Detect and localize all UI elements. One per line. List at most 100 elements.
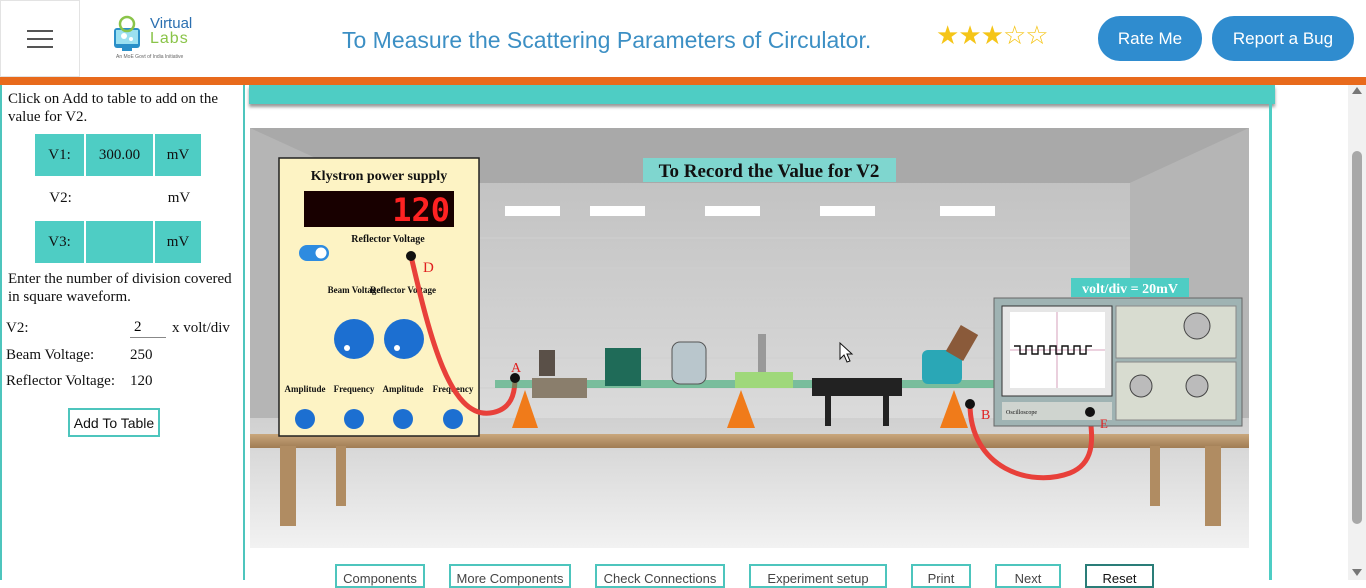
simulation-area: To Record the Value for V2 Klystron powe…	[245, 85, 1348, 588]
virtual-labs-logo[interactable]: Virtual Labs An MoE Govt of India Initia…	[108, 12, 208, 64]
star-filled-icon[interactable]: ★	[981, 20, 1004, 50]
amplitude-label-2: Amplitude	[382, 384, 423, 394]
lab-scene: To Record the Value for V2 Klystron powe…	[250, 128, 1249, 548]
isolator	[605, 348, 641, 386]
v3-label: V3:	[35, 221, 86, 263]
v1-value: 300.00	[86, 134, 155, 176]
v2-row: V2: mV	[35, 177, 203, 219]
bottom-toolbar: Components More Components Check Connect…	[335, 564, 1178, 588]
terminal-d[interactable]	[406, 251, 416, 261]
page-title: To Measure the Scattering Parameters of …	[342, 27, 872, 53]
scroll-down-arrow-icon[interactable]	[1352, 569, 1362, 576]
table-leg	[280, 446, 296, 526]
check-connections-button[interactable]: Check Connections	[595, 564, 725, 588]
experiment-setup-button[interactable]: Experiment setup	[749, 564, 887, 588]
star-empty-icon[interactable]: ☆	[1003, 20, 1026, 50]
toggle-thumb	[315, 247, 327, 259]
label-e: E	[1100, 416, 1108, 431]
star-rating[interactable]: ★★★☆☆	[936, 20, 1049, 51]
klystron-tube	[539, 350, 555, 376]
star-filled-icon[interactable]: ★	[936, 20, 959, 50]
v2-label: V2:	[49, 189, 72, 206]
amplitude-knob-2[interactable]	[393, 409, 413, 429]
circulator-stand	[812, 378, 902, 396]
logo-line2: Labs	[150, 30, 189, 47]
reflector-voltage-knob[interactable]	[384, 319, 424, 359]
volt-div-label: volt/div = 20mV	[1082, 282, 1178, 297]
beam-voltage-label: Beam Voltage:	[6, 347, 95, 363]
left-panel: Click on Add to table to add on the valu…	[0, 85, 245, 580]
hamburger-menu-button[interactable]	[0, 0, 80, 77]
frequency-meter-post	[758, 334, 766, 372]
logo-text: Virtual Labs	[150, 15, 193, 47]
v2-unit: mV	[167, 189, 191, 206]
add-instruction: Click on Add to table to add on the valu…	[8, 91, 218, 125]
label-b: B	[981, 408, 990, 423]
attenuator	[671, 341, 707, 385]
logo-line1: Virtual	[150, 15, 193, 32]
logo-tagline: An MoE Govt of India Initiative	[116, 54, 184, 60]
scroll-up-arrow-icon[interactable]	[1352, 87, 1362, 94]
v3-value	[86, 221, 155, 263]
v2-division-label: V2:	[6, 320, 29, 336]
klystron-power-supply[interactable]: Klystron power supply 120 Reflector Volt…	[278, 157, 480, 437]
v3-unit: mV	[155, 221, 203, 263]
report-bug-button[interactable]: Report a Bug	[1212, 16, 1354, 61]
step-banner: To Record the Value for V2	[659, 161, 880, 182]
table-leg	[336, 446, 346, 506]
frequency-label-1: Frequency	[334, 384, 375, 394]
division-instruction: Enter the number of division covered in …	[8, 271, 232, 305]
v1-unit: mV	[155, 134, 203, 176]
next-button[interactable]: Next	[995, 564, 1061, 588]
beam-voltage-value: 250	[130, 347, 153, 363]
header: Virtual Labs An MoE Govt of India Initia…	[0, 0, 1366, 77]
division-input[interactable]	[130, 318, 166, 338]
table-leg	[1205, 446, 1221, 526]
oscilloscope-label: Oscilloscope	[1006, 410, 1037, 416]
star-filled-icon[interactable]: ★	[958, 20, 981, 50]
rate-me-button[interactable]: Rate Me	[1098, 16, 1202, 61]
display-reading: 120	[392, 191, 450, 229]
frequency-meter-base	[735, 372, 793, 388]
top-strip	[249, 85, 1275, 104]
print-button[interactable]: Print	[911, 564, 971, 588]
amplitude-label-1: Amplitude	[284, 384, 325, 394]
oscilloscope[interactable]: Oscilloscope	[993, 297, 1243, 427]
label-d: D	[423, 260, 434, 276]
components-button[interactable]: Components	[335, 564, 425, 588]
reflector-voltage-caption: Reflector Voltage	[351, 234, 425, 245]
scroll-thumb[interactable]	[1352, 151, 1362, 524]
v1-row: V1: 300.00 mV	[35, 134, 203, 176]
label-a: A	[511, 361, 522, 376]
reset-button[interactable]: Reset	[1085, 564, 1154, 588]
lab-stage: To Record the Value for V2 Klystron powe…	[250, 128, 1249, 548]
more-components-button[interactable]: More Components	[449, 564, 571, 588]
power-supply-title: Klystron power supply	[311, 169, 447, 184]
stand-leg	[883, 396, 889, 426]
knob-marker	[344, 345, 350, 351]
frequency-knob-1[interactable]	[344, 409, 364, 429]
hamburger-icon	[27, 24, 53, 54]
v3-row: V3: mV	[35, 221, 203, 263]
add-to-table-button[interactable]: Add To Table	[68, 408, 160, 437]
knob-marker	[394, 345, 400, 351]
terminal-b[interactable]	[965, 399, 975, 409]
reflector-knob-label: Reflector Voltage	[370, 285, 436, 295]
reflector-voltage-value: 120	[130, 373, 153, 389]
page-scrollbar[interactable]	[1348, 85, 1366, 580]
frequency-knob-2[interactable]	[443, 409, 463, 429]
beam-voltage-knob[interactable]	[334, 319, 374, 359]
stand-leg	[825, 396, 831, 426]
klystron-mount	[532, 378, 587, 398]
star-empty-icon[interactable]: ☆	[1025, 20, 1048, 50]
volt-div-suffix: x volt/div	[172, 320, 230, 336]
table-leg	[1150, 446, 1160, 506]
v2-value	[86, 177, 155, 219]
flask-logo-icon	[114, 15, 140, 51]
side-strip	[1269, 85, 1272, 580]
header-divider	[0, 77, 1366, 85]
v1-label: V1:	[35, 134, 86, 176]
reflector-voltage-label: Reflector Voltage:	[6, 373, 115, 389]
amplitude-knob-1[interactable]	[295, 409, 315, 429]
terminal-e[interactable]	[1085, 407, 1095, 417]
